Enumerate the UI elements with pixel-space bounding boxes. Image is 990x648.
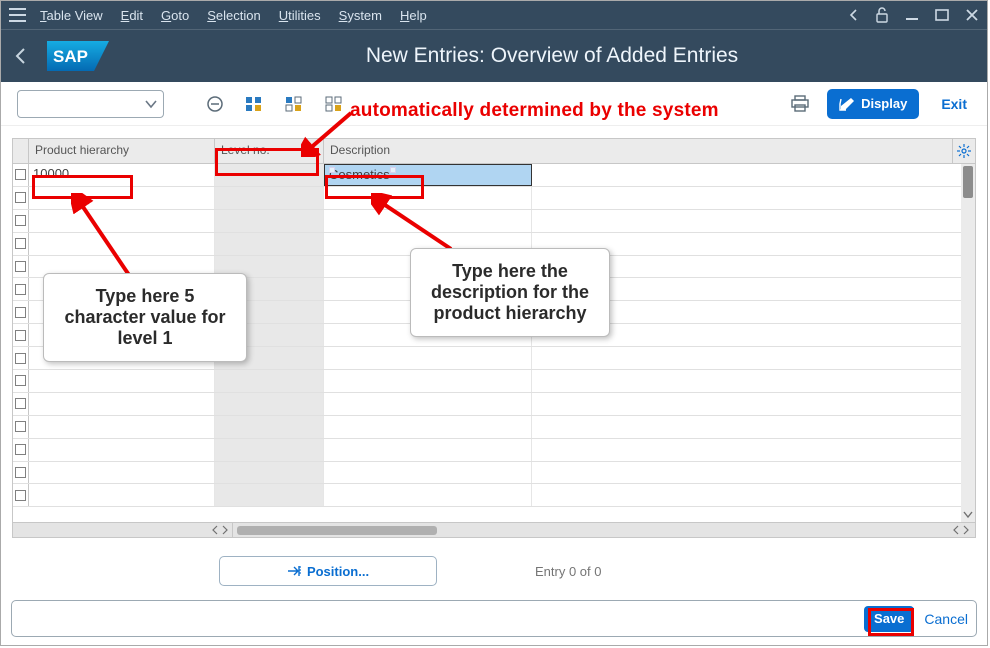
entry-counter: Entry 0 of 0: [535, 564, 601, 579]
table-row[interactable]: [13, 439, 975, 462]
menu-goto[interactable]: Goto: [161, 8, 189, 23]
hscroll-thumb[interactable]: [237, 526, 437, 535]
save-button[interactable]: Save: [864, 606, 914, 632]
hamburger-menu-icon[interactable]: [9, 8, 26, 22]
entries-table: Product hierarchy Level no. Description …: [12, 138, 976, 538]
svg-text:SAP: SAP: [53, 47, 88, 66]
table-row[interactable]: [13, 416, 975, 439]
menu-help[interactable]: Help: [400, 8, 427, 23]
position-button-label: Position...: [307, 564, 369, 579]
table-body: 10000 Cosmetics: [13, 164, 975, 509]
table-row[interactable]: [13, 256, 975, 279]
menu-table-view[interactable]: Table View: [40, 8, 103, 23]
back-icon[interactable]: [13, 47, 29, 65]
cell-description[interactable]: Cosmetics: [324, 164, 532, 186]
cancel-button[interactable]: Cancel: [924, 611, 968, 627]
vertical-scrollbar[interactable]: [961, 164, 975, 522]
sap-logo: SAP: [47, 43, 109, 69]
col-selector: [13, 139, 29, 163]
table-row[interactable]: [13, 233, 975, 256]
table-row[interactable]: [13, 370, 975, 393]
toolbar: Display Exit: [1, 82, 987, 126]
print-icon[interactable]: [787, 91, 813, 117]
display-button-label: Display: [861, 96, 907, 111]
hscroll-arrows-right[interactable]: [949, 523, 975, 537]
menu-edit[interactable]: Edit: [121, 8, 143, 23]
sap-window: Table View Edit Goto Selection Utilities…: [0, 0, 988, 646]
table-row[interactable]: [13, 210, 975, 233]
page-title: New Entries: Overview of Added Entries: [366, 44, 738, 68]
nav-prev-icon[interactable]: [849, 9, 859, 21]
row-checkbox[interactable]: [13, 164, 29, 186]
menu-system[interactable]: System: [339, 8, 382, 23]
col-product-hierarchy[interactable]: Product hierarchy: [29, 139, 215, 163]
col-level-no[interactable]: Level no.: [215, 139, 324, 163]
table-header: Product hierarchy Level no. Description: [13, 139, 975, 164]
table-row[interactable]: [13, 462, 975, 485]
table-row[interactable]: [13, 393, 975, 416]
toolbar-select-block-icon[interactable]: [282, 91, 308, 117]
table-row[interactable]: [13, 301, 975, 324]
titlebar: SAP New Entries: Overview of Added Entri…: [1, 29, 987, 82]
toolbar-remove-icon[interactable]: [202, 91, 228, 117]
exit-button[interactable]: Exit: [941, 96, 967, 112]
variant-select[interactable]: [17, 90, 164, 118]
table-row[interactable]: [13, 484, 975, 507]
display-button[interactable]: Display: [827, 89, 919, 119]
toolbar-select-all-icon[interactable]: [242, 91, 268, 117]
cell-product-hierarchy[interactable]: 10000: [29, 164, 215, 186]
col-description[interactable]: Description: [324, 139, 953, 163]
toolbar-deselect-all-icon[interactable]: [322, 91, 348, 117]
table-row[interactable]: [13, 347, 975, 370]
scrollbar-thumb[interactable]: [963, 166, 973, 198]
horizontal-scrollbar[interactable]: [233, 523, 949, 537]
table-row[interactable]: [13, 187, 975, 210]
bottom-bar: Save Cancel: [11, 600, 977, 637]
table-row[interactable]: [13, 324, 975, 347]
position-row: Position... Entry 0 of 0: [1, 548, 987, 604]
table-row[interactable]: [13, 278, 975, 301]
menu-utilities[interactable]: Utilities: [279, 8, 321, 23]
menubar: Table View Edit Goto Selection Utilities…: [1, 1, 987, 29]
unlock-icon[interactable]: [875, 7, 889, 23]
table-settings-icon[interactable]: [953, 139, 975, 163]
scroll-down-icon[interactable]: [961, 508, 975, 522]
maximize-icon[interactable]: [935, 8, 949, 22]
close-icon[interactable]: [965, 8, 979, 22]
minimize-icon[interactable]: [905, 8, 919, 22]
hscroll-arrows-left[interactable]: [13, 523, 233, 537]
table-row[interactable]: 10000 Cosmetics: [13, 164, 975, 187]
cell-level-no: [215, 164, 324, 186]
menu-selection[interactable]: Selection: [207, 8, 260, 23]
position-button[interactable]: Position...: [219, 556, 437, 586]
